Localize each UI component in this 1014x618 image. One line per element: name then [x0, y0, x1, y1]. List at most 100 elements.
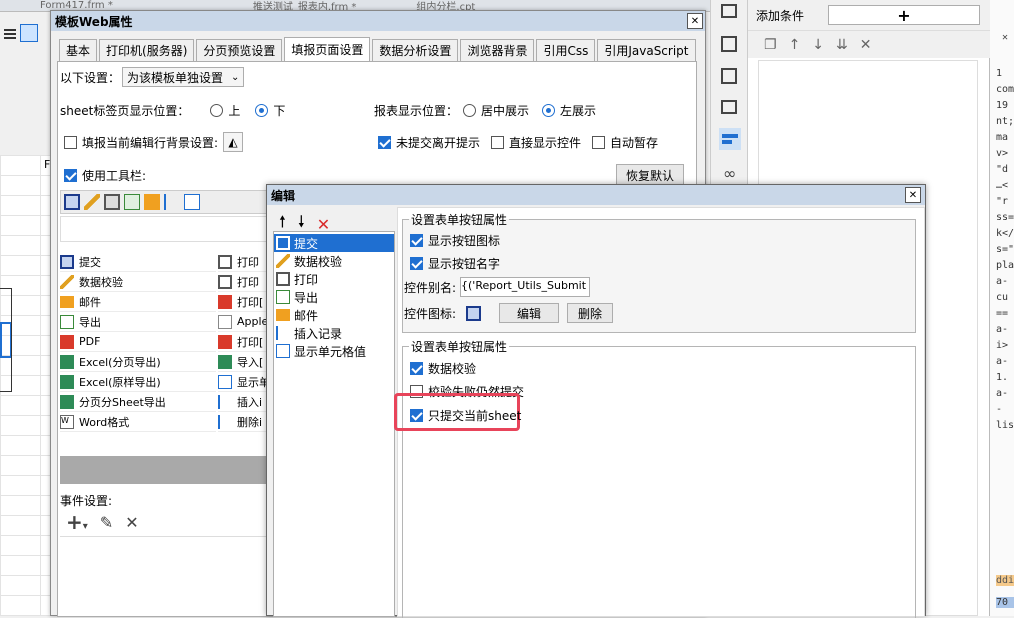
- edit-icon[interactable]: ✎: [100, 513, 113, 532]
- delete-icon[interactable]: ✕: [860, 37, 872, 53]
- settings-value: 为该模板单独设置: [127, 70, 224, 85]
- list-item[interactable]: 打印: [218, 272, 272, 292]
- list-item[interactable]: Apple: [218, 312, 272, 332]
- data-check-checkbox[interactable]: [410, 362, 423, 375]
- settings-select[interactable]: 为该模板单独设置 ⌄: [122, 67, 245, 87]
- delete-icon[interactable]: ✕: [125, 513, 138, 532]
- mail-icon[interactable]: [144, 194, 160, 210]
- paint-bucket-icon[interactable]: ◭: [223, 132, 244, 152]
- add-icon[interactable]: +▾: [66, 510, 88, 534]
- align-justify-icon[interactable]: [20, 24, 38, 42]
- sheet-position-row: sheet标签页显示位置： 上 下: [60, 102, 285, 119]
- arrow-up-icon[interactable]: ↑: [789, 37, 801, 53]
- tab-page-preview[interactable]: 分页预览设置: [196, 39, 283, 61]
- tab-javascript[interactable]: 引用JavaScript: [597, 39, 696, 61]
- widget-icon[interactable]: [719, 128, 741, 150]
- direct-control-checkbox[interactable]: [491, 136, 505, 149]
- dialog-close-button[interactable]: ✕: [687, 13, 703, 29]
- restore-default-button[interactable]: 恢复默认: [616, 164, 684, 186]
- list-item[interactable]: 提交: [274, 234, 394, 252]
- add-condition-button[interactable]: +: [828, 5, 980, 25]
- list-item[interactable]: 显示单元格值: [274, 342, 394, 360]
- align-left-icon[interactable]: [4, 27, 16, 39]
- link-icon[interactable]: ∞: [723, 164, 736, 183]
- alias-input[interactable]: Report_Utils_Submit')}: [460, 277, 591, 297]
- center-show-radio[interactable]: [463, 104, 477, 117]
- event-list[interactable]: [60, 536, 272, 614]
- edit-title: 编辑: [271, 188, 296, 203]
- square-icon[interactable]: [721, 68, 737, 84]
- list-item[interactable]: 打印: [274, 270, 394, 288]
- list-item[interactable]: 提交: [60, 252, 216, 272]
- show-cell-icon[interactable]: [184, 194, 200, 210]
- list-item[interactable]: 数据校验: [60, 272, 216, 292]
- list-item[interactable]: Excel(分页导出): [60, 352, 216, 372]
- arrow-down-icon[interactable]: ↓: [812, 37, 824, 53]
- excel-icon: [60, 374, 74, 389]
- list-item[interactable]: 插入i: [218, 392, 272, 412]
- tab-data-analysis[interactable]: 数据分析设置: [372, 39, 459, 61]
- event-toolbar: +▾ ✎ ✕: [66, 510, 139, 534]
- use-toolbar-checkbox[interactable]: [64, 169, 77, 182]
- list-item[interactable]: 邮件: [60, 292, 216, 312]
- tab-basic[interactable]: 基本: [59, 39, 98, 61]
- save-icon[interactable]: [64, 194, 80, 210]
- code-line: ==: [996, 308, 1009, 319]
- tab-fill-page[interactable]: 填报页面设置: [284, 37, 371, 61]
- code-line: ma: [996, 132, 1009, 143]
- move-bottom-icon[interactable]: ⇊: [836, 37, 848, 53]
- edit-close-button[interactable]: ✕: [905, 187, 921, 203]
- code-close-icon[interactable]: ✕: [1002, 32, 1008, 43]
- chart-icon[interactable]: [721, 36, 737, 52]
- list-item[interactable]: 数据校验: [274, 252, 394, 270]
- tab-printer[interactable]: 打印机(服务器): [99, 39, 195, 61]
- print-icon[interactable]: [104, 194, 120, 210]
- edit-dialog: 编辑 ✕ 🠕 🠗 ✕ 提交 数据校验 打印 导出 邮件 插入记录 显示单元格值 …: [266, 184, 926, 618]
- insert-row-icon[interactable]: [164, 194, 180, 210]
- show-name-checkbox[interactable]: [410, 257, 423, 270]
- code-line: a-: [996, 324, 1009, 335]
- export-icon[interactable]: [124, 194, 140, 210]
- toolbar-drop-area[interactable]: [60, 216, 272, 242]
- list-item[interactable]: W Word格式: [60, 412, 216, 432]
- copy-icon[interactable]: ❐: [764, 37, 777, 53]
- code-line: ss=: [996, 212, 1014, 223]
- list-item[interactable]: 导出: [274, 288, 394, 306]
- pos-top-radio[interactable]: [210, 104, 224, 117]
- left-show-radio[interactable]: [542, 104, 556, 117]
- list-item[interactable]: 打印[: [218, 332, 272, 352]
- list-item[interactable]: 打印: [218, 252, 272, 272]
- pos-bottom-radio[interactable]: [255, 104, 269, 117]
- list-item[interactable]: 打印[: [218, 292, 272, 312]
- unsubmitted-checkbox[interactable]: [378, 136, 391, 149]
- list-item[interactable]: Excel(原样导出): [60, 372, 216, 392]
- bg-setting-checkbox[interactable]: [64, 135, 77, 149]
- verify-icon[interactable]: [84, 194, 100, 210]
- excel-icon: [60, 394, 74, 409]
- list-item[interactable]: 显示单: [218, 372, 272, 392]
- icon-delete-button[interactable]: 删除: [567, 303, 614, 323]
- list-item[interactable]: 导出: [60, 312, 216, 332]
- list-item[interactable]: 分页分Sheet导出: [60, 392, 216, 412]
- tab-browser-bg[interactable]: 浏览器背景: [460, 39, 535, 61]
- unsubmitted-label: 未提交离开提示: [396, 136, 481, 150]
- list-item[interactable]: PDF: [60, 332, 216, 352]
- code-line: a-: [996, 276, 1009, 287]
- add-condition-label: 添加条件: [756, 8, 805, 23]
- auto-save-checkbox[interactable]: [592, 136, 606, 149]
- icon-edit-button[interactable]: 编辑: [499, 303, 560, 323]
- list-item[interactable]: 导入[: [218, 352, 272, 372]
- show-icon-checkbox[interactable]: [410, 234, 423, 247]
- insert-row-icon: [218, 394, 232, 409]
- list-item[interactable]: 删除i: [218, 412, 272, 432]
- code-line: a-: [996, 356, 1009, 367]
- code-line: "r: [996, 196, 1009, 207]
- list-item[interactable]: 邮件: [274, 306, 394, 324]
- tab-css[interactable]: 引用Css: [536, 39, 596, 61]
- list-item[interactable]: 插入记录: [274, 324, 394, 342]
- layout-icon[interactable]: [721, 4, 737, 18]
- frame-icon[interactable]: [721, 100, 737, 114]
- code-strip: ✕ 1 com 19 nt; ma v> "d …< "r ss= k</ s=…: [990, 0, 1014, 616]
- import-icon: [218, 354, 232, 369]
- only-current-checkbox[interactable]: [410, 409, 423, 422]
